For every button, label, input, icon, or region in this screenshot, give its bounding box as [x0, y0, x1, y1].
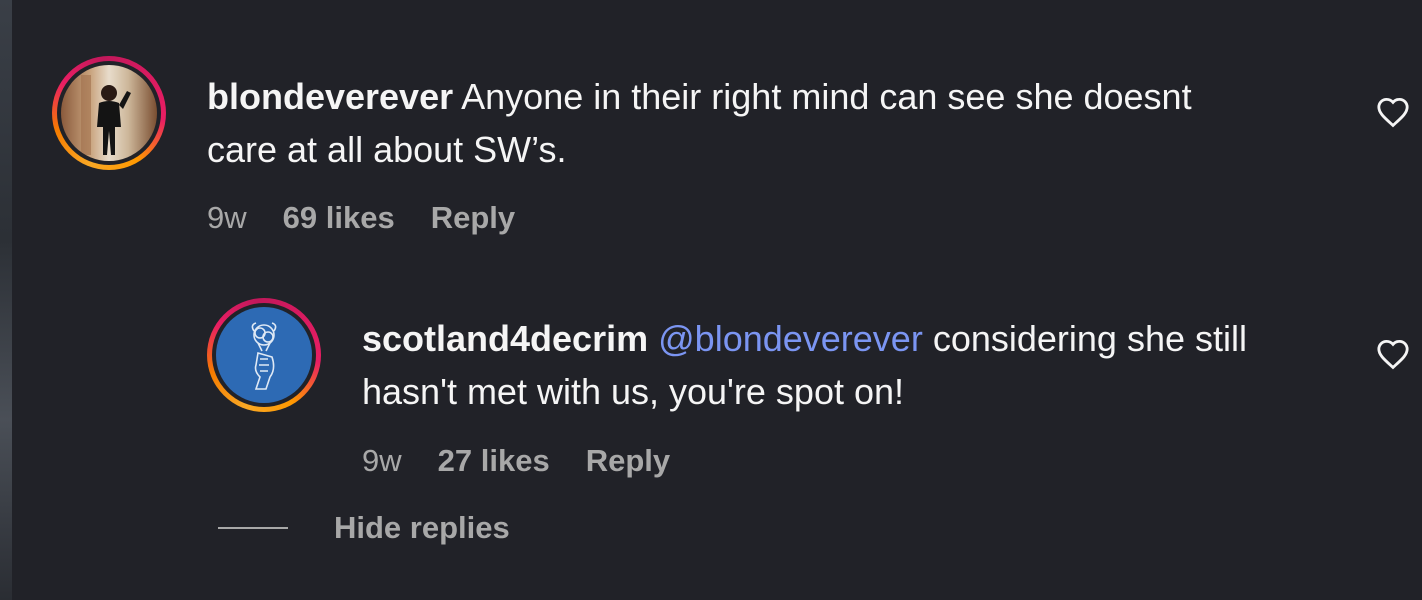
- comment-timestamp[interactable]: 9w: [207, 200, 247, 236]
- reply-body-line1: considering she still: [932, 318, 1247, 359]
- heart-outline-icon[interactable]: [1376, 338, 1410, 370]
- divider-line: [218, 527, 288, 529]
- background-edge: [0, 0, 12, 600]
- likes-count[interactable]: 69 likes: [283, 200, 395, 236]
- story-ring-avatar[interactable]: [52, 56, 166, 170]
- avatar: [216, 307, 312, 403]
- story-ring-avatar[interactable]: [207, 298, 321, 412]
- reply-text: scotland4decrim @blondeverever consideri…: [362, 312, 1352, 418]
- reply-meta: 9w 27 likes Reply: [362, 443, 670, 479]
- hide-replies-button[interactable]: Hide replies: [218, 510, 510, 546]
- fist-flower-logo-icon: [251, 322, 277, 390]
- comment-text: blondeverever Anyone in their right mind…: [207, 70, 1347, 176]
- hide-replies-label: Hide replies: [334, 510, 510, 545]
- comments-panel: blondeverever Anyone in their right mind…: [0, 0, 1422, 600]
- comment-body-line2: care at all about SW’s.: [207, 129, 567, 170]
- heart-outline-icon[interactable]: [1376, 96, 1410, 128]
- reply-button[interactable]: Reply: [431, 200, 515, 236]
- comment-username[interactable]: blondeverever: [207, 76, 453, 117]
- reply-body-line2: hasn't met with us, you're spot on!: [362, 371, 905, 412]
- mention-link[interactable]: @blondeverever: [658, 318, 923, 359]
- likes-count[interactable]: 27 likes: [438, 443, 550, 479]
- profile-photo-icon: [81, 75, 131, 155]
- reply-username[interactable]: scotland4decrim: [362, 318, 648, 359]
- comment-meta: 9w 69 likes Reply: [207, 200, 515, 236]
- reply-button[interactable]: Reply: [586, 443, 670, 479]
- comment-body-line1: Anyone in their right mind can see she d…: [461, 76, 1192, 117]
- reply-timestamp[interactable]: 9w: [362, 443, 402, 479]
- avatar: [61, 65, 157, 161]
